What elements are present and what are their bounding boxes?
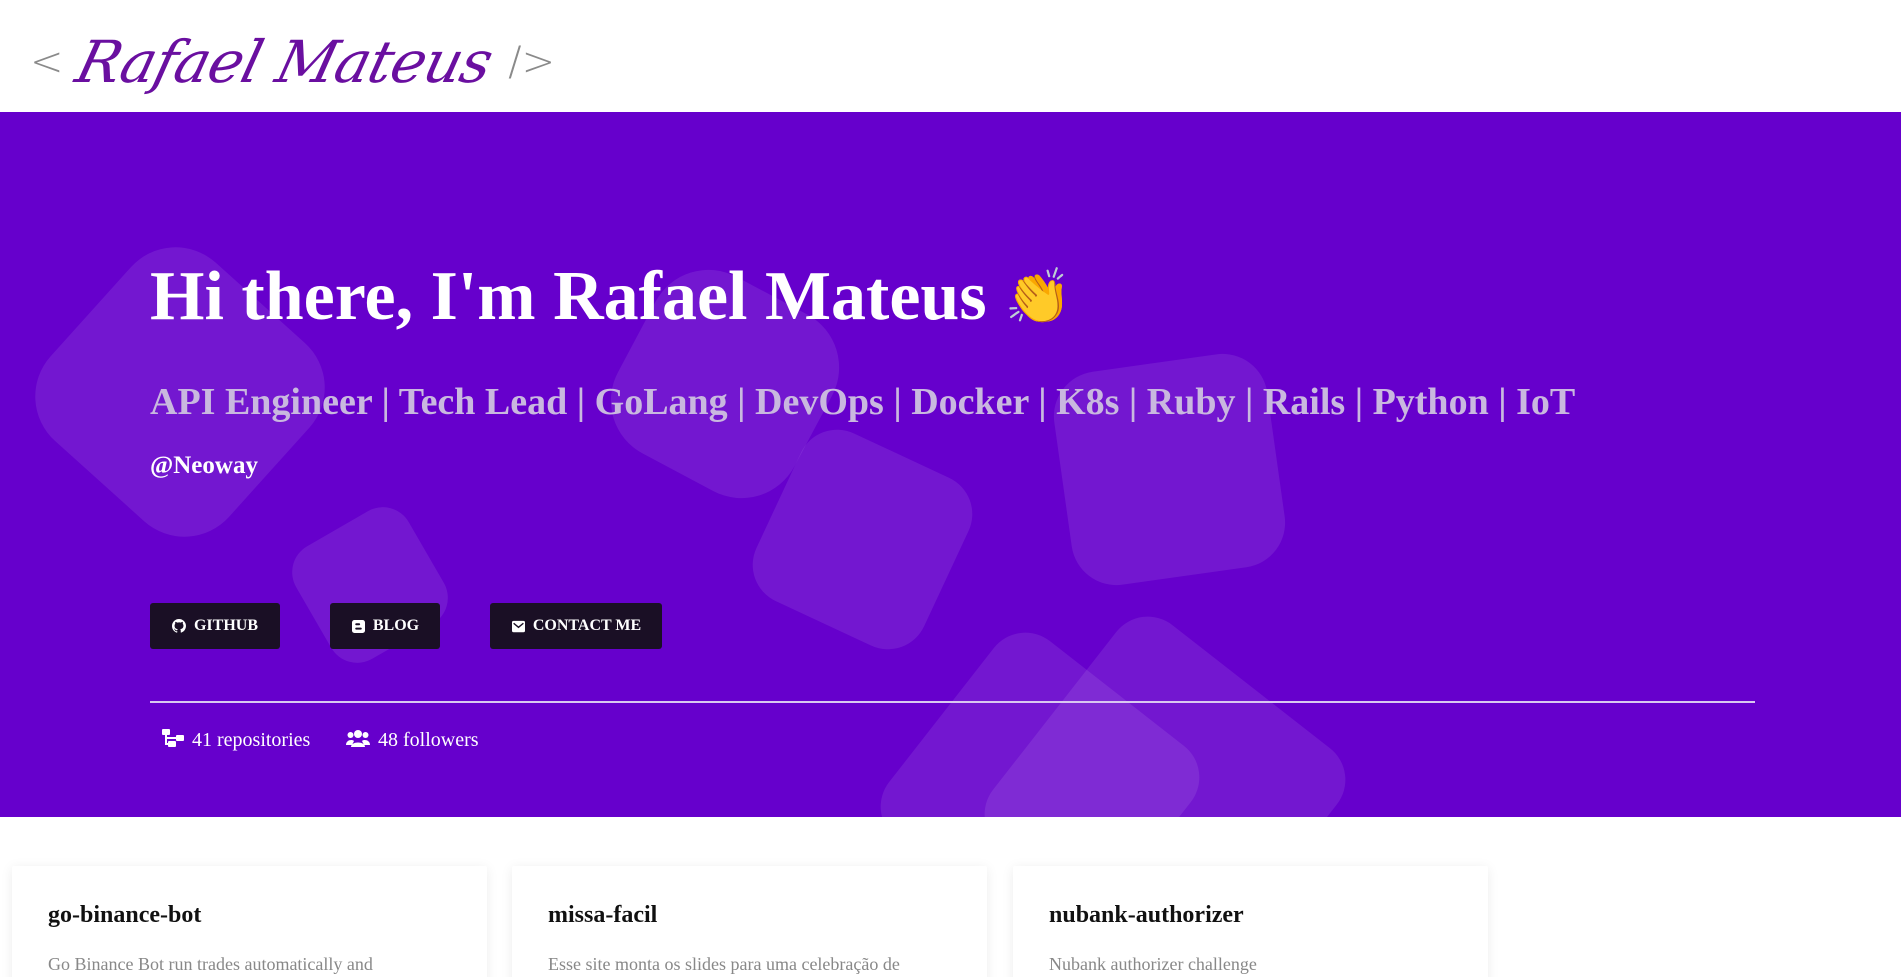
hero-divider (150, 701, 1755, 703)
github-button-label: GITHUB (193, 617, 258, 634)
company-handle: @Neoway (150, 452, 258, 479)
repo-tree-icon (162, 729, 184, 752)
envelope-icon (511, 619, 526, 634)
hero-subtitle: API Engineer | Tech Lead | GoLang | DevO… (150, 381, 1576, 423)
site-logo[interactable]: < Rafael Mateus /> (30, 22, 555, 102)
clap-icon: 👏 (1004, 265, 1072, 328)
contact-button[interactable]: CONTACT ME (490, 603, 662, 649)
github-icon (172, 619, 187, 634)
repositories-stat[interactable]: 41 repositories (162, 729, 310, 752)
hero-content: Hi there, I'm Rafael Mateus 👏 API Engine… (150, 112, 1755, 817)
repo-description: Go Binance Bot run trades automatically … (48, 954, 373, 974)
followers-stat[interactable]: 48 followers (346, 729, 479, 752)
blog-button[interactable]: BLOG (330, 603, 440, 649)
repo-description: Esse site monta os slides para uma celeb… (548, 954, 900, 974)
logo-open-bracket: < (30, 39, 64, 85)
repo-card[interactable]: nubank-authorizer Nubank authorizer chal… (1013, 866, 1488, 977)
hero-title-text: Hi there, I'm Rafael Mateus (150, 258, 987, 335)
logo-close-bracket: /> (508, 39, 556, 85)
hero-section: Hi there, I'm Rafael Mateus 👏 API Engine… (0, 112, 1901, 817)
followers-count: 48 followers (378, 729, 479, 751)
repo-name[interactable]: go-binance-bot (48, 902, 201, 929)
repo-description: Nubank authorizer challenge (1049, 954, 1257, 974)
users-icon (346, 729, 370, 752)
repo-name[interactable]: missa-facil (548, 902, 657, 929)
blog-button-label: BLOG (372, 617, 420, 634)
hero-title: Hi there, I'm Rafael Mateus 👏 (150, 257, 1072, 337)
repo-card[interactable]: go-binance-bot Go Binance Bot run trades… (12, 866, 487, 977)
blogger-icon (351, 619, 366, 634)
logo-signature: Rafael Mateus (69, 28, 499, 96)
repo-name[interactable]: nubank-authorizer (1049, 902, 1244, 929)
top-navbar: < Rafael Mateus /> (0, 0, 1901, 112)
github-button[interactable]: GITHUB (150, 603, 280, 649)
repo-card[interactable]: missa-facil Esse site monta os slides pa… (512, 866, 987, 977)
repositories-count: 41 repositories (192, 729, 311, 751)
contact-button-label: CONTACT ME (532, 617, 642, 634)
